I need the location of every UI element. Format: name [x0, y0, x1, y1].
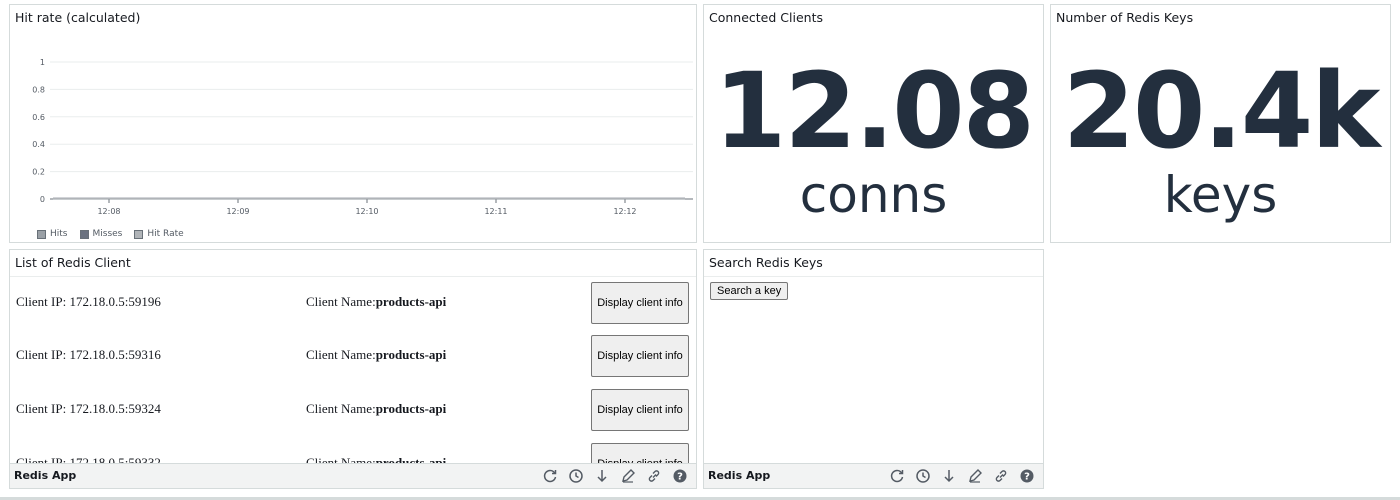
legend-label: Misses [92, 229, 123, 239]
x-tick-label: 12:08 [97, 207, 120, 216]
client-ip-label: Client IP: [16, 347, 70, 362]
client-ip-label: Client IP: [16, 455, 70, 463]
connected-clients-widget: Connected Clients 12.08 conns [703, 4, 1044, 243]
display-client-info-button[interactable]: Display client info [591, 443, 689, 463]
x-tick-label: 12:10 [355, 207, 378, 216]
download-icon[interactable] [594, 468, 610, 484]
client-name-label: Client Name: [306, 401, 376, 416]
widget-title: List of Redis Client [10, 250, 696, 277]
display-client-info-button[interactable]: Display client info [591, 389, 689, 431]
client-name-label: Client Name: [306, 294, 376, 309]
footer-icon-group: ? [889, 468, 1035, 484]
x-tick-label: 12:12 [613, 207, 636, 216]
widget-title: Number of Redis Keys [1056, 10, 1194, 25]
list-item: Client IP: 172.18.0.5:59316 Client Name:… [10, 335, 696, 383]
connected-clients-unit: conns [799, 166, 948, 224]
help-icon[interactable]: ? [672, 468, 688, 484]
display-client-info-button[interactable]: Display client info [591, 282, 689, 324]
history-icon[interactable] [568, 468, 584, 484]
edit-icon[interactable] [620, 468, 636, 484]
help-icon[interactable]: ? [1019, 468, 1035, 484]
legend-item-hits[interactable]: Hits [37, 229, 68, 239]
link-icon[interactable] [646, 468, 662, 484]
client-ip-value: 172.18.0.5:59316 [69, 347, 161, 362]
client-list: Client IP: 172.18.0.5:59196 Client Name:… [10, 277, 696, 463]
y-tick-label: 1 [40, 58, 45, 67]
download-icon[interactable] [941, 468, 957, 484]
client-name: Client Name:products-api [306, 294, 446, 310]
hit-rate-chart: 1 0.8 0.6 0.4 0.2 0 12:08 12:09 12:10 12:11 12:12 [32, 58, 693, 216]
client-ip: Client IP: 172.18.0.5:59196 [16, 294, 161, 310]
y-tick-label: 0.8 [32, 85, 45, 94]
client-list-widget: List of Redis Client Client IP: 172.18.0… [9, 249, 697, 489]
client-ip-label: Client IP: [16, 294, 70, 309]
client-ip-value: 172.18.0.5:59196 [69, 294, 161, 309]
legend-label: Hit Rate [147, 229, 184, 239]
widget-footer: Redis App ? [10, 463, 696, 488]
chart-legend: Hits Misses Hit Rate [37, 229, 184, 239]
client-ip: Client IP: 172.18.0.5:59332 [16, 455, 161, 463]
search-keys-widget: Search Redis Keys Search a key Redis App… [703, 249, 1044, 489]
legend-item-misses[interactable]: Misses [79, 229, 123, 239]
client-ip: Client IP: 172.18.0.5:59316 [16, 347, 161, 363]
display-client-info-button[interactable]: Display client info [591, 335, 689, 377]
legend-swatch-misses [79, 229, 89, 239]
client-name-value: products-api [375, 401, 447, 416]
svg-text:?: ? [1024, 472, 1030, 483]
x-tick-label: 12:09 [226, 207, 249, 216]
y-tick-label: 0.2 [32, 168, 45, 177]
footer-icon-group: ? [542, 468, 688, 484]
search-key-button[interactable]: Search a key [710, 282, 789, 300]
y-tick-label: 0 [40, 195, 45, 204]
list-item: Client IP: 172.18.0.5:59196 Client Name:… [10, 282, 696, 330]
client-name-value: products-api [375, 347, 447, 362]
client-name-label: Client Name: [306, 455, 376, 463]
legend-swatch-hit-rate [134, 229, 144, 239]
client-name-value: products-api [375, 455, 447, 463]
legend-swatch-hits [37, 229, 46, 239]
edit-icon[interactable] [967, 468, 983, 484]
svg-text:?: ? [677, 472, 683, 483]
legend-label: Hits [50, 229, 68, 239]
hit-rate-widget: Hit rate (calculated) 1 0.8 0.6 0.4 0.2 0 12:0… [9, 4, 697, 243]
client-name-label: Client Name: [306, 347, 376, 362]
list-item: Client IP: 172.18.0.5:59332 Client Name:… [10, 443, 696, 463]
widget-title: Search Redis Keys [704, 250, 1043, 277]
refresh-icon[interactable] [542, 468, 558, 484]
client-ip-value: 172.18.0.5:59324 [69, 401, 161, 416]
connected-clients-value: 12.08 [714, 50, 1035, 172]
y-tick-label: 0.6 [32, 113, 45, 122]
footer-app-label: Redis App [708, 469, 771, 482]
x-tick-label: 12:11 [484, 207, 507, 216]
legend-item-hit-rate[interactable]: Hit Rate [134, 229, 184, 239]
client-name: Client Name:products-api [306, 401, 446, 417]
client-ip-value: 172.18.0.5:59332 [69, 455, 161, 463]
refresh-icon[interactable] [889, 468, 905, 484]
history-icon[interactable] [915, 468, 931, 484]
list-item: Client IP: 172.18.0.5:59324 Client Name:… [10, 389, 696, 437]
client-name-value: products-api [375, 294, 447, 309]
redis-keys-unit: keys [1163, 166, 1278, 224]
link-icon[interactable] [993, 468, 1009, 484]
y-tick-label: 0.4 [32, 140, 45, 149]
client-ip-label: Client IP: [16, 401, 70, 416]
client-name: Client Name:products-api [306, 347, 446, 363]
widget-title: Connected Clients [709, 10, 823, 25]
client-name: Client Name:products-api [306, 455, 446, 463]
footer-app-label: Redis App [14, 469, 77, 482]
client-ip: Client IP: 172.18.0.5:59324 [16, 401, 161, 417]
redis-keys-value: 20.4k [1062, 50, 1381, 172]
redis-keys-widget: Number of Redis Keys 20.4k keys [1050, 4, 1391, 243]
widget-footer: Redis App ? [704, 463, 1043, 488]
